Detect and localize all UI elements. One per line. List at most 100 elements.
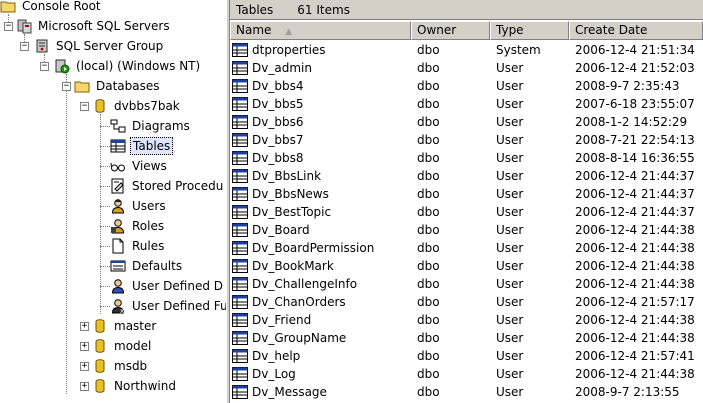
collapse-toggle[interactable]: − — [40, 62, 49, 71]
tree-node-sql-servers[interactable]: Microsoft SQL Servers — [16, 16, 172, 36]
table-icon — [232, 79, 248, 93]
table-row[interactable]: Dv_ChallengeInfo dbo User 2006-12-4 21:44:3… — [230, 275, 703, 293]
collapse-toggle[interactable]: − — [4, 22, 13, 31]
table-icon — [232, 331, 248, 345]
tree-node-label: Stored Procedu — [132, 179, 224, 193]
tree-node-db-dvbbs7bak[interactable]: dvbbs7bak — [92, 96, 182, 116]
tree-node-label: Rules — [132, 239, 165, 253]
table-row[interactable]: Dv_BbsNews dbo User 2006-12-4 21:44:37 — [230, 185, 703, 203]
row-create-date: 2006-12-4 21:44:37 — [575, 187, 695, 201]
table-row[interactable]: Dv_BestTopic dbo User 2006-12-4 21:44:37 — [230, 203, 703, 221]
row-create-date: 2006-12-4 21:52:03 — [575, 61, 695, 75]
row-create-date: 2006-12-4 21:44:38 — [575, 331, 695, 345]
row-name: Dv_bbs8 — [252, 151, 304, 165]
tree-node-users[interactable]: Users — [110, 196, 168, 216]
tree-node-db-model[interactable]: model — [92, 336, 153, 356]
expand-toggle[interactable]: + — [80, 342, 89, 351]
expand-toggle[interactable]: + — [80, 382, 89, 391]
table-row[interactable]: Dv_bbs6 dbo User 2008-1-2 14:52:29 — [230, 113, 703, 131]
tree-node-label: Roles — [132, 219, 165, 233]
column-header-owner[interactable]: Owner — [411, 21, 490, 40]
table-row[interactable]: Dv_GroupName dbo User 2006-12-4 21:44:38 — [230, 329, 703, 347]
row-type: User — [496, 331, 524, 345]
tree-node-db-msdb[interactable]: msdb — [92, 356, 149, 376]
table-row[interactable]: Dv_Friend dbo User 2006-12-4 21:44:38 — [230, 311, 703, 329]
server-running-icon — [55, 59, 70, 74]
row-owner: dbo — [417, 313, 440, 327]
table-row[interactable]: Dv_ChanOrders dbo User 2006-12-4 21:57:17 — [230, 293, 703, 311]
row-create-date: 2006-12-4 21:44:38 — [575, 313, 695, 327]
row-create-date: 2006-12-4 21:44:38 — [575, 223, 695, 237]
collapse-toggle[interactable]: − — [20, 42, 29, 51]
tree-node-tables[interactable]: Tables — [110, 136, 174, 156]
tree-node-label: Northwind — [114, 379, 176, 393]
folder-icon — [0, 1, 16, 13]
row-type: User — [496, 349, 524, 363]
tree-node-diagrams[interactable]: Diagrams — [110, 116, 192, 136]
tree-node-rules[interactable]: Rules — [110, 236, 166, 256]
row-type: User — [496, 115, 524, 129]
row-owner: dbo — [417, 295, 440, 309]
tree-node-views[interactable]: Views — [110, 156, 169, 176]
column-header-name[interactable]: Name ▲ — [230, 21, 411, 40]
tree-node-db-northwind[interactable]: Northwind — [92, 376, 178, 396]
row-name: Dv_bbs5 — [252, 97, 304, 111]
table-icon — [232, 367, 248, 381]
row-name-cell: dtproperties — [230, 43, 411, 57]
tree-node-label: Console Root — [22, 0, 101, 13]
tree-node-db-master[interactable]: master — [92, 316, 158, 336]
expand-toggle[interactable]: + — [80, 362, 89, 371]
collapse-toggle[interactable]: − — [62, 82, 71, 91]
row-type: User — [496, 169, 524, 183]
row-create-date: 2006-12-4 21:44:38 — [575, 259, 695, 273]
row-owner: dbo — [417, 133, 440, 147]
table-row[interactable]: dtproperties dbo System 2006-12-4 21:51:34 — [230, 41, 703, 59]
collapse-toggle[interactable]: − — [80, 102, 89, 111]
row-name: Dv_GroupName — [252, 331, 347, 345]
column-header-type[interactable]: Type — [490, 21, 569, 40]
row-owner: dbo — [417, 151, 440, 165]
table-icon — [232, 43, 248, 57]
table-row[interactable]: Dv_BoardPermission dbo User 2006-12-4 21:44… — [230, 239, 703, 257]
tree-line — [100, 126, 110, 127]
tree-node-databases[interactable]: Databases — [74, 76, 162, 96]
table-row[interactable]: Dv_BookMark dbo User 2006-12-4 21:44:38 — [230, 257, 703, 275]
table-row[interactable]: Dv_Message dbo User 2008-9-7 2:13:55 — [230, 383, 703, 401]
table-row[interactable]: Dv_Board dbo User 2006-12-4 21:44:38 — [230, 221, 703, 239]
tree-line — [100, 114, 101, 314]
table-row[interactable]: Dv_bbs5 dbo User 2007-6-18 23:55:07 — [230, 95, 703, 113]
tree-node-defaults[interactable]: Defaults — [110, 256, 184, 276]
row-name: Dv_BoardPermission — [252, 241, 375, 255]
table-row[interactable]: Dv_BbsLink dbo User 2006-12-4 21:44:37 — [230, 167, 703, 185]
tree-node-roles[interactable]: Roles — [110, 216, 166, 236]
row-owner: dbo — [417, 259, 440, 273]
row-type: User — [496, 187, 524, 201]
column-header-create-date[interactable]: Create Date — [569, 21, 703, 40]
table-row[interactable]: Dv_help dbo User 2006-12-4 21:57:41 — [230, 347, 703, 365]
row-create-date: 2006-12-4 21:51:34 — [575, 43, 695, 57]
table-row[interactable]: Dv_bbs4 dbo User 2008-9-7 2:35:43 — [230, 77, 703, 95]
row-name: Dv_BestTopic — [252, 205, 332, 219]
row-name-cell: Dv_bbs6 — [230, 115, 411, 129]
tree-node-user-defined-types[interactable]: User Defined D — [110, 276, 225, 296]
row-name: Dv_Friend — [252, 313, 312, 327]
tree-node-console-root[interactable]: Console Root — [0, 0, 103, 16]
tree-node-user-defined-functions[interactable]: x User Defined Fu — [110, 296, 226, 316]
tree-line — [100, 226, 110, 227]
row-name: Dv_ChallengeInfo — [252, 277, 358, 291]
row-name-cell: Dv_BookMark — [230, 259, 411, 273]
row-type: User — [496, 277, 524, 291]
expand-toggle[interactable]: + — [80, 322, 89, 331]
tree-node-server-group[interactable]: SQL Server Group — [34, 36, 165, 56]
column-header-label: Name — [236, 23, 272, 37]
tree-node-stored-procedures[interactable]: Stored Procedu — [110, 176, 225, 196]
table-row[interactable]: Dv_bbs7 dbo User 2008-7-21 22:54:13 — [230, 131, 703, 149]
row-name: Dv_BookMark — [252, 259, 334, 273]
tree-node-local-server[interactable]: (local) (Windows NT) — [54, 56, 202, 76]
table-row[interactable]: Dv_bbs8 dbo User 2008-8-14 16:36:55 — [230, 149, 703, 167]
row-name: Dv_Board — [252, 223, 310, 237]
table-row[interactable]: Dv_Log dbo User 2006-12-4 21:44:38 — [230, 365, 703, 383]
table-row[interactable]: Dv_admin dbo User 2006-12-4 21:52:03 — [230, 59, 703, 77]
row-create-date: 2007-6-18 23:55:07 — [575, 97, 695, 111]
row-owner: dbo — [417, 241, 440, 255]
